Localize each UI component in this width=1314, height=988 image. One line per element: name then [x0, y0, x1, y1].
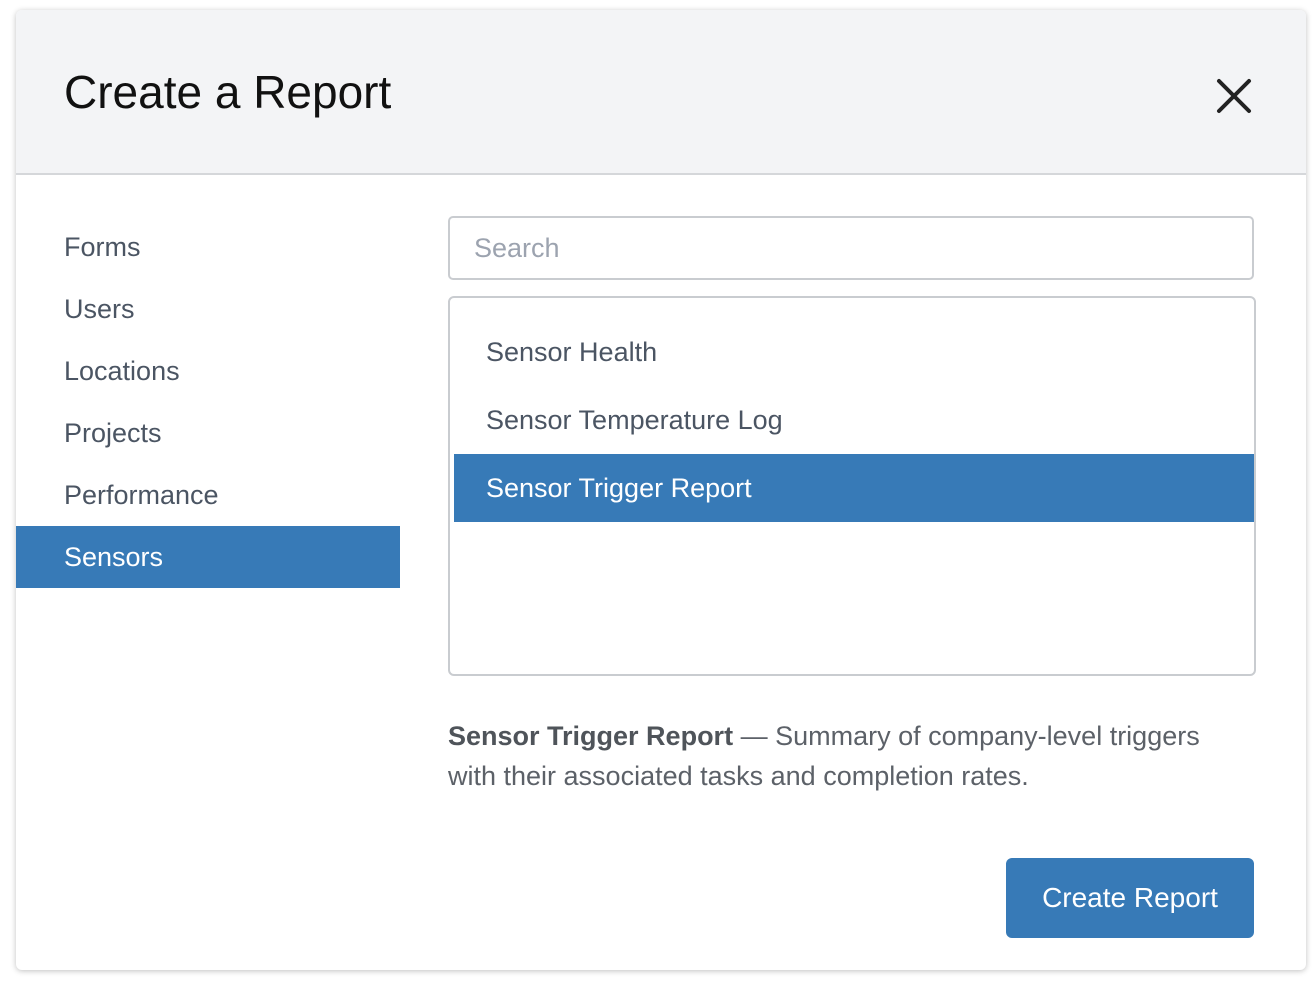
search-input[interactable]	[448, 216, 1254, 280]
category-item-projects[interactable]: Projects	[16, 402, 400, 464]
category-item-sensors[interactable]: Sensors	[16, 526, 400, 588]
category-nav: Forms Users Locations Projects Performan…	[16, 216, 400, 588]
create-report-dialog: Create a Report Forms Users Locations Pr…	[16, 10, 1306, 970]
dialog-header: Create a Report	[16, 10, 1306, 175]
create-report-button[interactable]: Create Report	[1006, 858, 1254, 938]
close-button[interactable]	[1208, 70, 1260, 122]
category-item-users[interactable]: Users	[16, 278, 400, 340]
category-item-performance[interactable]: Performance	[16, 464, 400, 526]
report-list: Sensor Health Sensor Temperature Log Sen…	[448, 296, 1256, 676]
dialog-title: Create a Report	[64, 66, 392, 118]
close-icon	[1217, 79, 1251, 113]
report-description-name: Sensor Trigger Report	[448, 721, 734, 751]
report-item-sensor-trigger-report[interactable]: Sensor Trigger Report	[454, 454, 1254, 522]
category-item-locations[interactable]: Locations	[16, 340, 400, 402]
report-item-sensor-temperature-log[interactable]: Sensor Temperature Log	[454, 386, 1254, 454]
category-item-forms[interactable]: Forms	[16, 216, 400, 278]
report-item-sensor-health[interactable]: Sensor Health	[454, 318, 1254, 386]
report-description-separator: —	[733, 721, 776, 751]
report-description: Sensor Trigger Report — Summary of compa…	[448, 716, 1248, 796]
